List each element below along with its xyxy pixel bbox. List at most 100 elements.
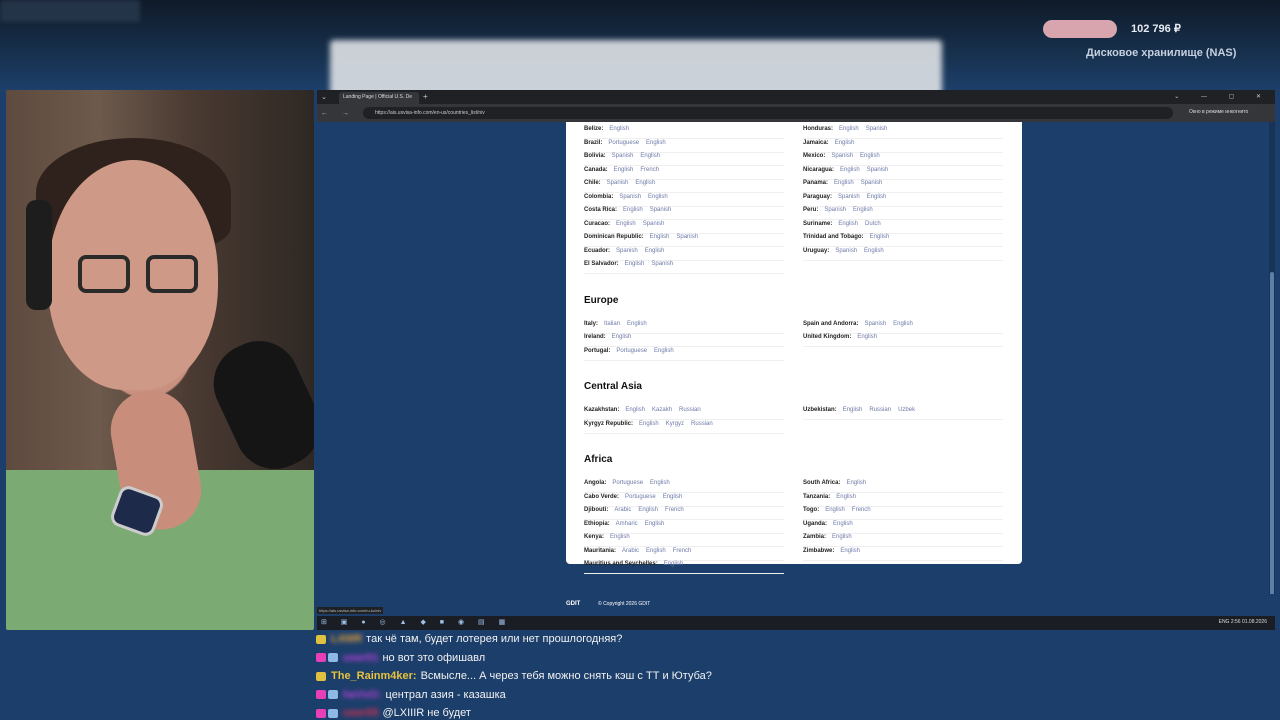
- language-link[interactable]: English: [843, 407, 863, 413]
- language-link[interactable]: Spanish: [838, 194, 860, 200]
- url-field[interactable]: https://ais.usvisa-info.com/en-us/countr…: [363, 107, 1173, 119]
- language-link[interactable]: Portuguese: [616, 348, 647, 354]
- language-link[interactable]: English: [623, 207, 643, 213]
- language-link[interactable]: Kyrgyz: [666, 421, 684, 427]
- language-link[interactable]: English: [867, 194, 887, 200]
- language-link[interactable]: Russian: [679, 407, 701, 413]
- language-link[interactable]: English: [650, 480, 670, 486]
- language-link[interactable]: English: [614, 167, 634, 173]
- language-link[interactable]: English: [648, 194, 668, 200]
- chat-nickname[interactable]: user05: [343, 707, 378, 719]
- country-row: Kyrgyz Republic: English Kyrgyz Russian: [584, 421, 784, 434]
- page-footer: GDIT © Copyright 2026 GDIT: [317, 594, 1275, 616]
- language-link[interactable]: Spanish: [612, 153, 634, 159]
- country-name: Nicaragua:: [803, 166, 835, 173]
- country-name: Canada:: [584, 166, 608, 173]
- language-link[interactable]: French: [640, 167, 659, 173]
- language-link[interactable]: Russian: [869, 407, 891, 413]
- language-link[interactable]: English: [612, 334, 632, 340]
- language-link[interactable]: Portuguese: [625, 494, 656, 500]
- chat-text: централ азия - казашка: [385, 688, 506, 701]
- language-link[interactable]: English: [833, 521, 853, 527]
- language-link[interactable]: English: [870, 234, 890, 240]
- language-link[interactable]: English: [664, 561, 684, 567]
- language-link[interactable]: English: [832, 534, 852, 540]
- tab-list-icon[interactable]: ⌄: [321, 93, 327, 101]
- chat-nickname[interactable]: LXIIIR: [331, 633, 362, 645]
- language-link[interactable]: Spanish: [866, 126, 888, 132]
- language-link[interactable]: French: [665, 507, 684, 513]
- chat-nickname[interactable]: The_Rainm4ker:: [331, 670, 417, 682]
- language-link[interactable]: Spanish: [616, 248, 638, 254]
- new-tab-button[interactable]: +: [423, 92, 428, 101]
- language-link[interactable]: Spanish: [676, 234, 698, 240]
- taskbar-app-icons[interactable]: ⊞ ▣ ● ◎ ▲ ◆ ■ ◉ ▤ ▦: [321, 618, 511, 626]
- country-name: Jamaica:: [803, 139, 829, 146]
- language-link[interactable]: English: [640, 153, 660, 159]
- language-link[interactable]: English: [625, 407, 645, 413]
- blurred-top-left: [0, 0, 140, 22]
- language-link[interactable]: English: [663, 494, 683, 500]
- language-link[interactable]: English: [838, 221, 858, 227]
- language-link[interactable]: Uzbek: [898, 407, 915, 413]
- scroll-thumb[interactable]: [1270, 272, 1274, 612]
- language-link[interactable]: English: [840, 548, 860, 554]
- country-row: Panama: English Spanish: [803, 180, 1003, 193]
- language-link[interactable]: English: [834, 180, 854, 186]
- language-link[interactable]: English: [627, 321, 647, 327]
- language-link[interactable]: English: [857, 334, 877, 340]
- language-link[interactable]: Kazakh: [652, 407, 672, 413]
- language-link[interactable]: Spanish: [650, 207, 672, 213]
- language-link[interactable]: English: [638, 507, 658, 513]
- language-link[interactable]: English: [893, 321, 913, 327]
- system-tray[interactable]: ENG 2:56 01.08.2026: [1219, 619, 1267, 625]
- language-link[interactable]: English: [645, 521, 665, 527]
- language-link[interactable]: Spanish: [607, 180, 629, 186]
- language-link[interactable]: French: [673, 548, 692, 554]
- language-link[interactable]: Italian: [604, 321, 620, 327]
- language-link[interactable]: English: [825, 507, 845, 513]
- language-link[interactable]: English: [840, 167, 860, 173]
- window-controls[interactable]: ⌄ — ▢ ✕: [1174, 93, 1271, 100]
- language-link[interactable]: Amharic: [616, 521, 638, 527]
- language-link[interactable]: English: [846, 480, 866, 486]
- language-link[interactable]: English: [616, 221, 636, 227]
- language-link[interactable]: Portuguese: [608, 140, 639, 146]
- language-link[interactable]: English: [635, 180, 655, 186]
- language-link[interactable]: English: [646, 548, 666, 554]
- language-link[interactable]: French: [852, 507, 871, 513]
- language-link[interactable]: Spanish: [831, 153, 853, 159]
- language-link[interactable]: Spanish: [619, 194, 641, 200]
- language-link[interactable]: English: [625, 261, 645, 267]
- language-link[interactable]: Arabic: [614, 507, 631, 513]
- language-link[interactable]: Spanish: [835, 248, 857, 254]
- language-link[interactable]: English: [835, 140, 855, 146]
- country-row: Mauritius and Seychelles: English: [584, 561, 784, 574]
- language-link[interactable]: English: [646, 140, 666, 146]
- scrollbar[interactable]: [1269, 122, 1275, 612]
- language-link[interactable]: English: [839, 126, 859, 132]
- language-link[interactable]: Russian: [691, 421, 713, 427]
- language-link[interactable]: Portuguese: [612, 480, 643, 486]
- language-link[interactable]: English: [650, 234, 670, 240]
- chat-nickname[interactable]: heVvO:: [343, 689, 382, 701]
- language-link[interactable]: Spanish: [643, 221, 665, 227]
- language-link[interactable]: English: [639, 421, 659, 427]
- language-link[interactable]: Arabic: [622, 548, 639, 554]
- language-link[interactable]: English: [654, 348, 674, 354]
- language-link[interactable]: Spanish: [864, 321, 886, 327]
- language-link[interactable]: Spanish: [861, 180, 883, 186]
- language-link[interactable]: English: [860, 153, 880, 159]
- language-link[interactable]: English: [645, 248, 665, 254]
- language-link[interactable]: Spanish: [824, 207, 846, 213]
- language-link[interactable]: Spanish: [651, 261, 673, 267]
- browser-tab[interactable]: Landing Page | Official U.S. De: [339, 92, 419, 104]
- language-link[interactable]: English: [864, 248, 884, 254]
- language-link[interactable]: English: [836, 494, 856, 500]
- language-link[interactable]: Spanish: [867, 167, 889, 173]
- language-link[interactable]: English: [610, 534, 630, 540]
- language-link[interactable]: Dutch: [865, 221, 881, 227]
- language-link[interactable]: English: [853, 207, 873, 213]
- chat-nickname[interactable]: user01: [343, 652, 378, 664]
- language-link[interactable]: English: [609, 126, 629, 132]
